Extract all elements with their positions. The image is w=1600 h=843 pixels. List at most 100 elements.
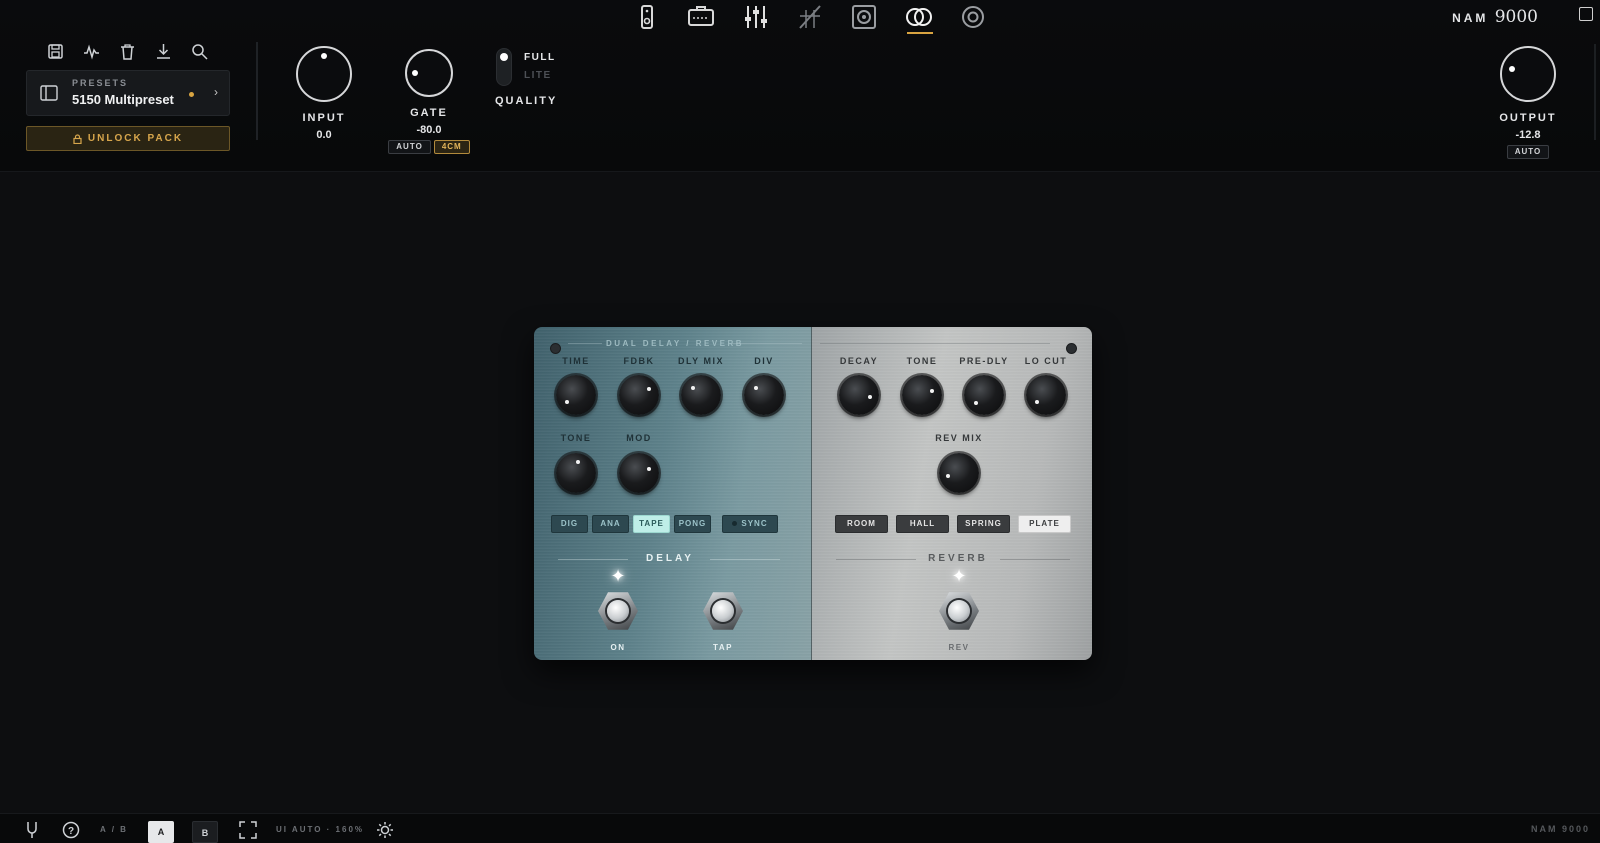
dly-mix-knob[interactable] <box>681 375 721 415</box>
reverb-tone-knob[interactable] <box>902 375 942 415</box>
preset-name: 5150 Multipreset <box>72 92 174 107</box>
tuner-button[interactable] <box>23 821 41 839</box>
nav-amp-tab[interactable] <box>674 0 728 34</box>
pre-dly-label: PRE-DLY <box>959 356 1009 366</box>
delay-mode-dig[interactable]: DIG <box>551 515 588 533</box>
rev-mix-knob[interactable] <box>939 453 979 493</box>
delay-mode-tape[interactable]: TAPE <box>633 515 670 533</box>
div-knob[interactable] <box>744 375 784 415</box>
help-icon: ? <box>62 821 80 839</box>
time-knob[interactable] <box>556 375 596 415</box>
brand-number: 9000 <box>1494 7 1538 27</box>
input-knob[interactable] <box>296 46 352 102</box>
search-button[interactable] <box>190 42 209 61</box>
eq-sliders-icon <box>744 6 767 28</box>
gate-control: GATE -80.0 AUTO 4CM <box>384 49 474 154</box>
presets-label: PRESETS <box>72 78 129 88</box>
modified-indicator <box>189 92 194 97</box>
brand-name: NAM <box>1452 11 1489 25</box>
sync-button[interactable]: SYNC <box>722 515 778 533</box>
quality-full-option[interactable]: FULL <box>524 52 556 63</box>
delay-on-footswitch[interactable] <box>598 589 638 633</box>
reverb-mode-hall[interactable]: HALL <box>896 515 949 533</box>
delay-tone-knob[interactable] <box>556 453 596 493</box>
mod-knob[interactable] <box>619 453 659 493</box>
svg-text:?: ? <box>68 826 74 837</box>
amp-icon <box>688 6 715 26</box>
ab-b-button[interactable]: B <box>192 821 218 843</box>
reverb-footswitch[interactable] <box>939 589 979 633</box>
tap-footswitch[interactable] <box>703 589 743 633</box>
dual-delay-reverb-pedal: DUAL DELAY / REVERB TIME FDBK DLY MIX DI… <box>534 327 1092 660</box>
delay-mode-pong[interactable]: PONG <box>674 515 711 533</box>
reverb-mode-spring[interactable]: SPRING <box>957 515 1010 533</box>
unlock-pack-button[interactable]: UNLOCK PACK <box>26 126 230 151</box>
fdbk-knob[interactable] <box>619 375 659 415</box>
delay-section-label: DELAY <box>646 553 694 564</box>
nav-pedal-tab[interactable] <box>620 0 674 34</box>
lo-cut-knob[interactable] <box>1026 375 1066 415</box>
output-auto-button[interactable]: AUTO <box>1506 145 1550 159</box>
dual-circles-icon <box>905 8 932 26</box>
gate-4cm-button[interactable]: 4CM <box>433 140 470 154</box>
library-icon <box>40 85 58 101</box>
reverb-mode-plate[interactable]: PLATE <box>1018 515 1071 533</box>
gate-knob[interactable] <box>405 49 453 97</box>
gate-label: GATE <box>410 107 448 119</box>
screw <box>550 343 561 354</box>
preset-selector[interactable]: PRESETS 5150 Multipreset › <box>26 70 230 116</box>
gate-value: -80.0 <box>416 124 442 136</box>
decay-label: DECAY <box>839 356 879 366</box>
reverb-mode-room[interactable]: ROOM <box>835 515 888 533</box>
pre-dly-knob[interactable] <box>964 375 1004 415</box>
download-button[interactable] <box>154 42 173 61</box>
output-knob[interactable] <box>1500 46 1556 102</box>
decay-knob[interactable] <box>839 375 879 415</box>
sync-led <box>732 521 738 527</box>
dly-mix-label: DLY MIX <box>677 356 724 366</box>
help-button[interactable]: ? <box>62 821 80 839</box>
save-preset-button[interactable] <box>46 42 65 61</box>
lock-icon <box>73 133 82 144</box>
waveform-button[interactable] <box>82 42 101 61</box>
trash-icon <box>121 44 134 60</box>
output-label: OUTPUT <box>1499 112 1557 124</box>
scrollbar[interactable] <box>1594 44 1596 140</box>
gate-options: AUTO 4CM <box>384 140 474 154</box>
nav-cabinet-ir-tab[interactable] <box>783 0 837 34</box>
delay-section: DUAL DELAY / REVERB TIME FDBK DLY MIX DI… <box>534 327 812 660</box>
input-label: INPUT <box>302 112 346 124</box>
gate-auto-button[interactable]: AUTO <box>388 140 431 154</box>
div-label: DIV <box>754 356 774 366</box>
nav-dual-effects-tab[interactable] <box>891 0 945 34</box>
window-toggle-button[interactable] <box>1579 7 1593 21</box>
pedal-title: DUAL DELAY / REVERB <box>606 339 745 348</box>
quality-label: QUALITY <box>495 95 558 107</box>
delay-on-led: ✦ <box>610 566 626 586</box>
reverb-tone-label: TONE <box>906 356 938 366</box>
save-icon <box>48 44 63 59</box>
nav-reverb-tab[interactable] <box>946 0 1000 34</box>
rev-mix-label: REV MIX <box>935 433 983 443</box>
settings-button[interactable] <box>376 821 394 839</box>
tap-label: TAP <box>713 643 733 652</box>
ab-a-button[interactable]: A <box>148 821 174 843</box>
tuning-fork-icon <box>27 822 37 838</box>
chevron-right-icon[interactable]: › <box>214 85 218 99</box>
fullscreen-button[interactable] <box>239 821 257 839</box>
delay-mode-ana[interactable]: ANA <box>592 515 629 533</box>
quality-lite-option[interactable]: LITE <box>524 70 552 81</box>
ui-scale-label[interactable]: UI AUTO · 160% <box>276 825 364 834</box>
nav-eq-tab[interactable] <box>729 0 783 34</box>
reverb-on-led: ✦ <box>951 566 967 586</box>
tone-label: TONE <box>560 433 592 443</box>
footer-brand: NAM 9000 <box>1530 824 1590 834</box>
lo-cut-label: LO CUT <box>1024 356 1068 366</box>
reverb-circle-icon <box>961 6 984 28</box>
nav-speaker-tab[interactable] <box>837 0 891 34</box>
screw <box>1066 343 1077 354</box>
quality-toggle[interactable] <box>496 48 512 86</box>
brand-logo: NAM 9000 <box>1452 7 1538 27</box>
delete-preset-button[interactable] <box>118 42 137 61</box>
reverb-section: DECAY TONE PRE-DLY LO CUT REV MIX ROOM H… <box>812 327 1092 660</box>
